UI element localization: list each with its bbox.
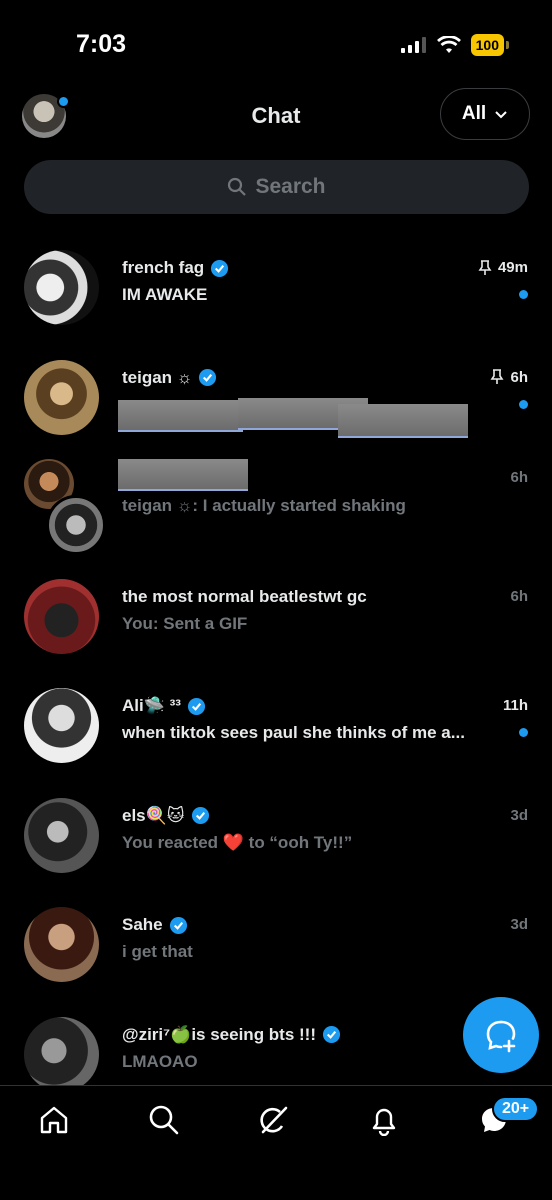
avatar [24, 1016, 99, 1092]
chat-name: Ali🛸 ³³ [122, 696, 181, 715]
chat-name: the most normal beatlestwt gc [122, 586, 367, 606]
chat-time: 11h [502, 697, 528, 714]
chat-preview: You reacted ❤️ to “ooh Ty!!” [122, 832, 353, 852]
chat-time: 6h [510, 469, 528, 486]
chat-time: 6h [510, 587, 528, 605]
verified-badge-icon [191, 806, 209, 825]
unread-dot [519, 728, 528, 737]
avatar [24, 359, 99, 435]
chat-item[interactable]: the most normal beatlestwt gc You: Sent … [0, 557, 552, 667]
verified-badge-icon [211, 259, 229, 277]
status-bar: 7:03 100 [0, 0, 552, 80]
chevron-down-icon [495, 111, 507, 119]
chat-item[interactable]: Sahe i get that 3d [0, 885, 552, 995]
new-chat-icon [486, 1020, 516, 1053]
chat-time: 3d [510, 916, 528, 933]
chat-preview: You: Sent a GIF [122, 613, 248, 633]
avatar [24, 578, 99, 654]
chat-name: els🍭🐱 [122, 805, 185, 825]
chat-time: 49m [497, 259, 528, 276]
chat-time: 6h [510, 368, 528, 386]
redacted-name [118, 459, 248, 491]
chat-item[interactable]: teigan ☼: I actually started shaking 6h [0, 447, 552, 557]
chat-preview: i get that [122, 942, 193, 961]
filter-dropdown-button[interactable]: All [440, 88, 530, 140]
signal-icon [400, 37, 426, 53]
verified-badge-icon [322, 1025, 341, 1044]
verified-badge-icon [169, 916, 187, 934]
avatar [24, 907, 99, 982]
chat-name: Sahe [122, 915, 163, 934]
avatar [24, 688, 99, 763]
chat-name: teigan ☼ [122, 367, 193, 387]
redacted-preview [118, 399, 243, 432]
pin-icon [478, 259, 492, 275]
wifi-icon [436, 36, 461, 53]
chat-item[interactable]: Ali🛸 ³³ when tiktok sees paul she thinks… [0, 666, 552, 776]
verified-badge-icon [187, 697, 205, 715]
avatar [24, 797, 99, 873]
grok-icon [260, 1106, 288, 1134]
verified-badge-icon [199, 368, 217, 387]
chat-list: french fag IM AWAKE 49m teigan ☼ 6h teig… [0, 228, 552, 1104]
tab-search[interactable] [144, 1100, 184, 1140]
unread-dot [519, 290, 528, 299]
new-message-button[interactable] [463, 997, 539, 1073]
avatar [24, 250, 99, 325]
chat-name: french fag [122, 258, 205, 277]
battery-indicator: 100 [470, 34, 510, 56]
search-placeholder: Search [255, 175, 326, 198]
home-icon [40, 1106, 68, 1134]
pin-icon [490, 369, 504, 384]
search-icon [149, 1105, 179, 1135]
status-time: 7:03 [76, 30, 127, 58]
tab-grok[interactable] [254, 1100, 294, 1140]
chat-item[interactable]: french fag IM AWAKE 49m [0, 228, 552, 338]
tab-home[interactable] [34, 1100, 74, 1140]
notifications-icon [372, 1108, 396, 1136]
bottom-tab-bar [0, 1085, 552, 1200]
redacted-preview [338, 403, 468, 438]
unread-dot [519, 399, 528, 409]
chat-preview: when tiktok sees paul she thinks of me a… [122, 723, 465, 742]
search-input[interactable]: Search [24, 160, 529, 214]
filter-label: All [461, 103, 487, 124]
messages-badge: 20+ [492, 1096, 540, 1122]
chat-preview: LMAOAO [122, 1051, 198, 1071]
chat-item[interactable]: els🍭🐱 You reacted ❤️ to “ooh Ty!!” 3d [0, 776, 552, 886]
avatar [46, 495, 106, 555]
tab-notifications[interactable] [364, 1100, 404, 1140]
chat-name: @ziri⁷🍏is seeing bts !!! [122, 1024, 317, 1044]
chat-preview: teigan ☼: I actually started shaking [122, 496, 406, 515]
chat-header: Chat All [0, 88, 552, 146]
chat-preview: IM AWAKE [122, 285, 208, 304]
chat-time: 3d [510, 806, 528, 824]
chat-item[interactable]: teigan ☼ 6h [0, 338, 552, 448]
search-icon [228, 177, 247, 196]
status-icons: 100 [400, 34, 510, 56]
